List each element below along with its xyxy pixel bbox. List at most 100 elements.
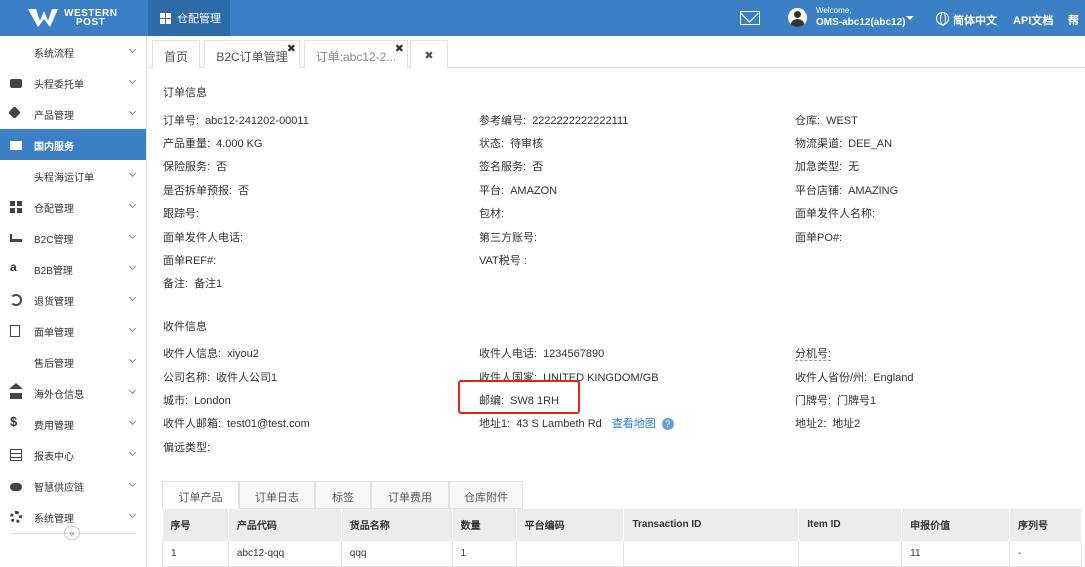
column-header: 产品代码 — [228, 509, 342, 540]
tag-icon — [8, 106, 21, 119]
column-header: Item ID — [798, 509, 903, 540]
logo[interactable]: WESTERN POST — [0, 0, 147, 36]
column-header: 数量 — [452, 509, 517, 540]
table-cell: qqq — [340, 539, 453, 567]
help-icon[interactable]: ? — [661, 418, 674, 431]
close-all-tabs-button[interactable]: ✖ — [410, 40, 448, 68]
close-icon: ✖ — [424, 50, 434, 62]
dollar-icon: $ — [10, 414, 18, 429]
tab-order-products[interactable]: 订单产品 — [162, 481, 239, 509]
chevron-down-icon — [128, 76, 137, 85]
tab-warehouse-attachments[interactable]: 仓库附件 — [449, 481, 523, 509]
signature-field: 签名服务: 否 — [479, 161, 544, 173]
home-icon — [9, 383, 23, 399]
sidebar-item-sea-orders[interactable]: 头程海运订单 — [0, 160, 146, 191]
tab-home[interactable]: 首页 — [152, 40, 200, 68]
platform-field: 平台: AMAZON — [479, 185, 558, 197]
logo-mark-icon — [28, 9, 58, 27]
tab-order-log[interactable]: 订单日志 — [239, 481, 315, 509]
sidebar-item-first-leg[interactable]: 头程委托单 — [0, 67, 146, 98]
column-header: 序号 — [162, 509, 229, 540]
sidebar-item-domestic[interactable]: 国内服务 — [0, 129, 146, 160]
channel-field: 物流渠道: DEE_AN — [795, 138, 893, 150]
briefcase-icon — [10, 79, 22, 88]
amazon-icon: a — [10, 260, 17, 274]
user-name[interactable]: OMS-abc12(abc12) — [816, 17, 905, 28]
province-field: 收件人省份/州: England — [795, 372, 914, 384]
api-docs-link[interactable]: API文档 — [1013, 12, 1053, 28]
chevron-down-icon — [128, 386, 137, 395]
receiver-info-title: 收件信息 — [163, 321, 207, 333]
sidebar-item-labels[interactable]: 面单管理 — [0, 315, 146, 346]
table-cell: - — [1009, 539, 1082, 567]
grid-icon — [160, 12, 171, 24]
folder-icon — [10, 141, 22, 150]
document-icon — [10, 325, 20, 337]
avatar[interactable] — [788, 8, 807, 27]
company-field: 公司名称: 收件人公司1 — [163, 372, 278, 384]
chevron-down-icon — [128, 169, 137, 178]
chevron-down-icon — [128, 448, 137, 457]
sidebar-item-overseas[interactable]: 海外仓信息 — [0, 377, 146, 408]
postcode-highlight-box — [458, 380, 580, 414]
language-selector[interactable]: 简体中文 — [953, 12, 997, 28]
tab-labels[interactable]: 标签 — [315, 481, 371, 509]
tab-b2c-orders[interactable]: B2C订单管理 ✖ — [204, 40, 300, 68]
remark-field: 备注: 备注1 — [163, 278, 223, 290]
close-icon[interactable]: ✖ — [395, 42, 404, 55]
warehouse-field: 仓库: WEST — [795, 115, 858, 127]
vat-field: VAT税号 : — [479, 255, 527, 267]
mail-icon[interactable] — [740, 11, 760, 25]
help-link[interactable]: 帮 — [1068, 12, 1079, 28]
sidebar-item-b2b[interactable]: a B2B管理 — [0, 253, 146, 284]
sidebar-item-products[interactable]: 产品管理 — [0, 98, 146, 129]
grid-icon — [10, 201, 22, 213]
table-cell — [515, 539, 625, 567]
sidebar-item-fees[interactable]: $ 费用管理 — [0, 408, 146, 439]
close-icon[interactable]: ✖ — [287, 42, 296, 55]
chevron-down-icon — [128, 324, 137, 333]
view-map-link[interactable]: 查看地图 — [612, 418, 656, 430]
address1-field: 地址1: 43 S Lambeth Rd 查看地图? — [479, 415, 674, 431]
sidebar-item-warehouse[interactable]: 仓配管理 — [0, 191, 146, 222]
globe-icon[interactable] — [936, 12, 949, 26]
sidebar-item-supply-chain[interactable]: 智慧供应链 — [0, 470, 146, 501]
sidebar-item-after-sales[interactable]: 售后管理 — [0, 346, 146, 377]
table-cell — [623, 539, 800, 567]
email-field: 收件人邮箱: test01@test.com — [163, 418, 310, 430]
insurance-field: 保险服务: 否 — [163, 161, 228, 173]
extension-field: 分机号: — [795, 348, 832, 361]
caret-down-icon[interactable] — [906, 16, 914, 20]
weight-field: 产品重量: 4.000 KG — [163, 138, 263, 150]
module-tab[interactable]: 仓配管理 — [148, 0, 230, 36]
order-info-title: 订单信息 — [163, 87, 207, 99]
sidebar-item-returns[interactable]: 退货管理 — [0, 284, 146, 315]
sidebar: 系统流程 头程委托单 产品管理 国内服务 头程海运订单 仓配管理 B2C管理 a… — [0, 36, 147, 567]
tab-order-detail[interactable]: 订单:abc12-2... ✖ — [304, 40, 408, 68]
po-field: 面单PO#: — [795, 232, 843, 244]
address2-field: 地址2: 地址2 — [795, 418, 861, 430]
cart-icon — [10, 234, 22, 242]
order-detail-content: 订单信息 订单号: abc12-241202-00011 参考编号: 2222222… — [148, 68, 1085, 567]
collapse-sidebar-button[interactable]: « — [64, 526, 80, 540]
table-cell: 1 — [451, 539, 517, 567]
ref-no-field: 参考编号: 2222222222222111 — [479, 115, 629, 127]
tab-order-fees[interactable]: 订单费用 — [371, 481, 449, 509]
sidebar-item-b2c[interactable]: B2C管理 — [0, 222, 146, 253]
package-field: 包材: — [479, 208, 505, 220]
sidebar-item-reports[interactable]: 报表中心 — [0, 439, 146, 470]
table-cell: 1 — [162, 539, 229, 567]
sidebar-item-system-flow[interactable]: 系统流程 — [0, 36, 146, 67]
split-field: 是否拆单预报: 否 — [163, 185, 250, 197]
table-header-row: 序号 产品代码 货品名称 数量 平台编码 Transaction ID Item… — [162, 509, 1082, 540]
door-field: 门牌号: 门牌号1 — [795, 395, 877, 407]
column-header: 平台编码 — [516, 509, 625, 540]
chevron-down-icon — [128, 45, 137, 54]
ref-field: 面单REF#: — [163, 255, 217, 267]
chevron-down-icon — [128, 355, 137, 364]
table-cell — [798, 539, 903, 567]
sender-phone-field: 面单发件人电话: — [163, 232, 244, 244]
chevron-down-icon — [128, 231, 137, 240]
table-cell: abc12-qqq — [227, 539, 342, 567]
gear-icon — [10, 511, 22, 523]
